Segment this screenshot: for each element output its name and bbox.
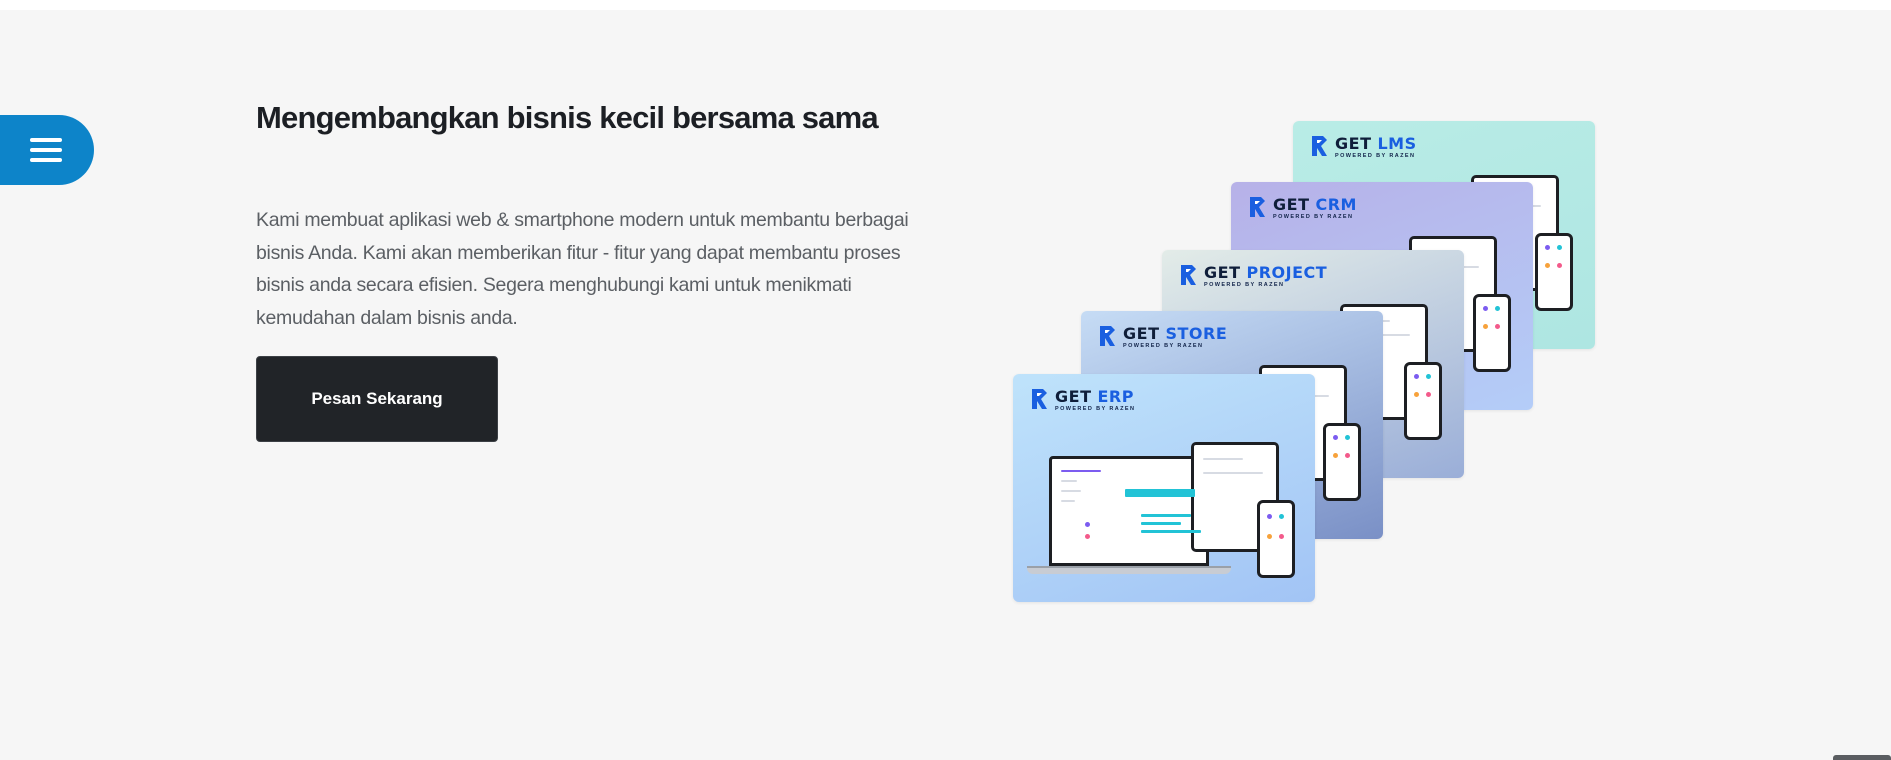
hamburger-menu-icon xyxy=(30,138,62,162)
product-card-erp[interactable]: GET ERP POWERED BY RAZEN xyxy=(1013,374,1315,602)
device-mockup-illustration xyxy=(1013,374,1315,602)
menu-toggle-button[interactable] xyxy=(0,115,94,185)
hero-description: Kami membuat aplikasi web & smartphone m… xyxy=(256,209,909,329)
order-now-button[interactable]: Pesan Sekarang xyxy=(256,356,498,442)
hero-headline: Mengembangkan bisnis kecil bersama sama xyxy=(256,100,879,135)
scroll-to-top-tab[interactable] xyxy=(1833,755,1891,760)
hero-section: Mengembangkan bisnis kecil bersama sama … xyxy=(0,10,1891,760)
